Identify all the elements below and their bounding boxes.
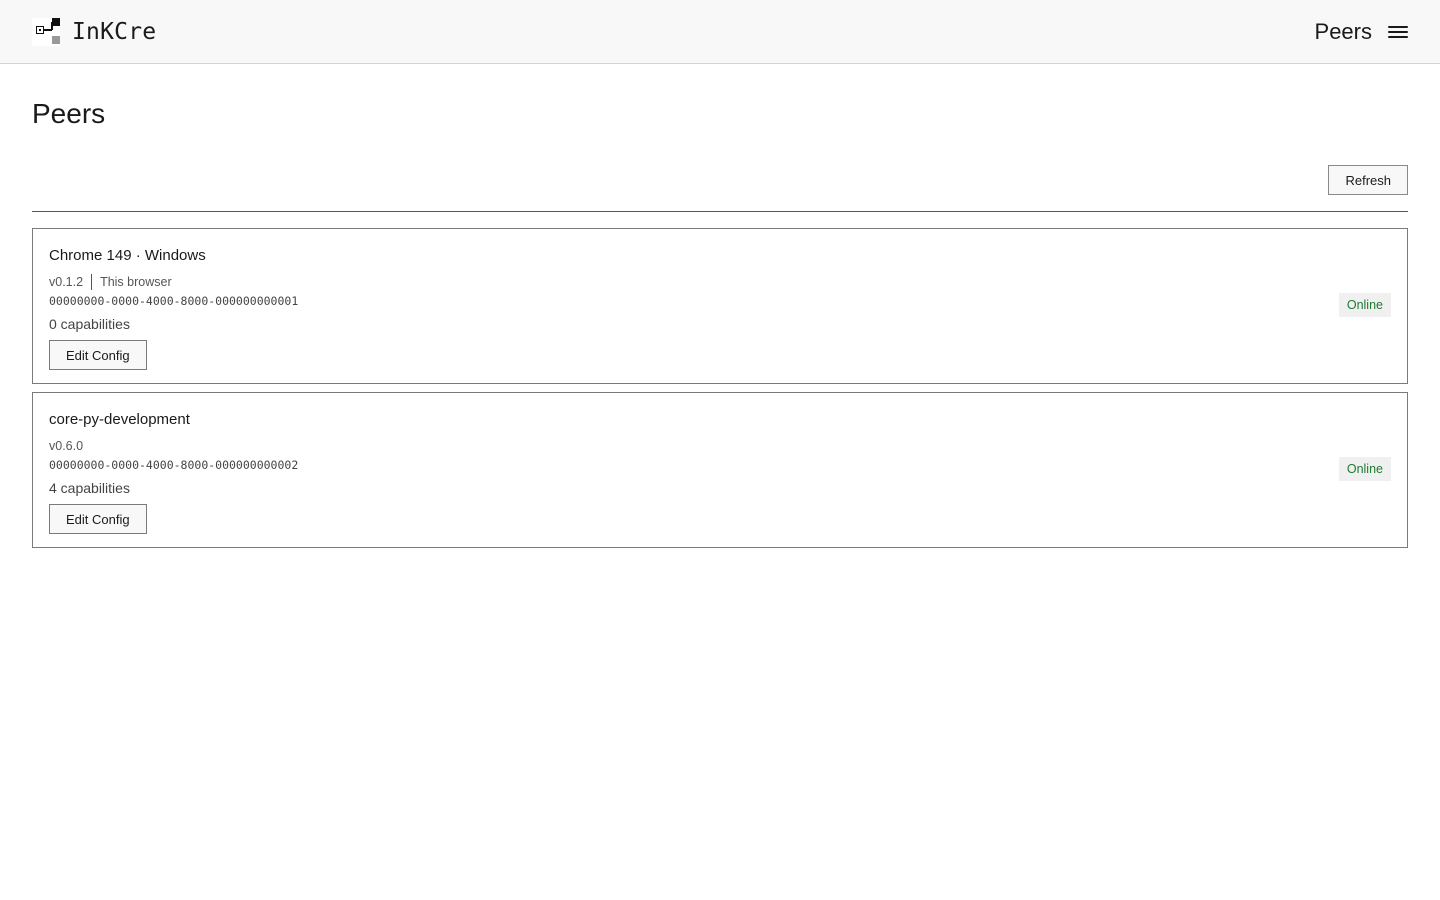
- peer-version: v0.6.0: [49, 439, 84, 453]
- refresh-button[interactable]: Refresh: [1328, 165, 1408, 195]
- meta-separator: [91, 274, 93, 290]
- peer-capabilities: 4 capabilities: [49, 480, 130, 496]
- brand-name: InKCre: [72, 19, 157, 45]
- top-bar: InKCre Peers: [0, 0, 1440, 64]
- peer-capabilities: 0 capabilities: [49, 316, 130, 332]
- peer-card: Chrome 149 · Windows v0.1.2 This browser…: [32, 228, 1408, 384]
- peer-meta: v0.1.2 This browser: [49, 274, 1391, 290]
- status-badge: Online: [1338, 457, 1391, 481]
- peer-name: core-py-development: [49, 411, 190, 428]
- nav-title: Peers: [1314, 19, 1372, 44]
- peer-id: 00000000-0000-4000-8000-000000000001: [49, 294, 299, 308]
- page-title: Peers: [32, 98, 106, 129]
- peer-list: Chrome 149 · Windows v0.1.2 This browser…: [32, 228, 1408, 556]
- edit-config-button[interactable]: Edit Config: [49, 504, 147, 534]
- peer-id: 00000000-0000-4000-8000-000000000002: [49, 458, 299, 472]
- nav-right: Peers: [1315, 16, 1408, 48]
- hamburger-menu-icon[interactable]: [1388, 24, 1408, 40]
- edit-config-button[interactable]: Edit Config: [49, 340, 147, 370]
- divider: [32, 211, 1408, 212]
- peer-name: Chrome 149 · Windows: [49, 247, 206, 264]
- status-badge: Online: [1338, 293, 1391, 317]
- inkcre-logo-icon: [32, 18, 60, 46]
- peer-meta: v0.6.0: [49, 438, 1391, 454]
- peer-version: v0.1.2: [49, 275, 84, 289]
- peer-tag: This browser: [100, 275, 172, 289]
- peer-card: core-py-development v0.6.0 00000000-0000…: [32, 392, 1408, 548]
- brand[interactable]: InKCre: [32, 16, 156, 48]
